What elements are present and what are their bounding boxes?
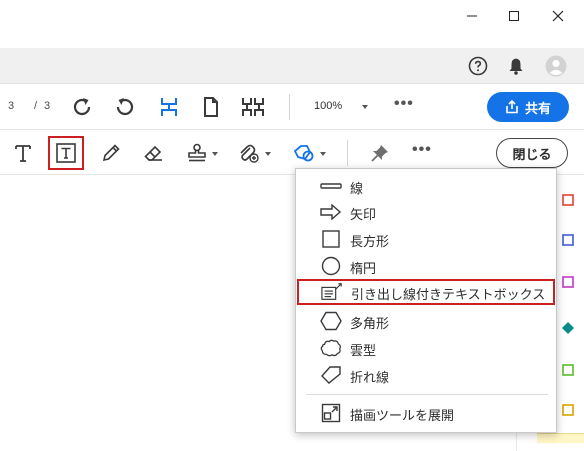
title-bar <box>0 0 584 40</box>
cloud-icon <box>320 338 342 358</box>
polyline-icon <box>320 365 342 385</box>
question-circle-icon <box>468 56 488 76</box>
menu-item-ellipse[interactable]: 楕円 <box>296 253 558 279</box>
expand-drawing-tools-icon <box>320 403 342 423</box>
close-icon <box>552 10 564 22</box>
rotate-counterclockwise-button[interactable] <box>111 93 139 121</box>
menu-item-label: 引き出し線付きテキストボックス <box>351 287 546 302</box>
rotate-counterclockwise-icon <box>116 98 134 116</box>
toolbar-divider <box>289 94 290 120</box>
menu-item-line[interactable]: 線 <box>296 173 558 199</box>
menu-item-label: 雲型 <box>350 343 377 358</box>
text-box-button[interactable] <box>51 138 81 168</box>
two-page-scroll-icon <box>242 98 264 116</box>
panel-tool-icon[interactable] <box>561 321 575 335</box>
more-tools-button[interactable]: ••• <box>394 95 414 113</box>
maximize-icon <box>509 11 519 21</box>
fit-page-icon <box>161 98 177 116</box>
drawing-tools-menu: 線 矢印 長方形 楕円 引き出し線付きテキストボックス 多角形 雲型 折れ線 描… <box>295 168 557 433</box>
user-avatar-icon <box>545 55 567 77</box>
close-window-button[interactable] <box>540 0 576 32</box>
menu-item-polyline[interactable]: 折れ線 <box>296 362 558 388</box>
rectangle-icon <box>320 229 342 249</box>
close-label: 閉じる <box>512 146 552 162</box>
draw-pencil-button[interactable] <box>96 138 126 168</box>
page-separator: / <box>34 100 38 112</box>
sticky-note-preview <box>537 433 584 443</box>
callout-textbox-icon <box>321 282 343 302</box>
shapes-icon <box>293 145 314 162</box>
page-icon <box>204 97 218 117</box>
minimize-icon <box>467 15 477 17</box>
menu-item-label: 多角形 <box>350 316 390 331</box>
attach-file-button[interactable] <box>233 138 263 168</box>
rotate-clockwise-icon <box>73 98 91 116</box>
header-bar <box>0 48 584 84</box>
menu-item-arrow[interactable]: 矢印 <box>296 199 558 225</box>
arrow-icon <box>320 202 342 222</box>
zoom-select[interactable]: 100% <box>308 97 374 117</box>
menu-item-label: 折れ線 <box>350 370 390 385</box>
menu-item-expand-drawing-tools[interactable]: 描画ツールを展開 <box>296 400 558 426</box>
total-pages: 3 <box>44 100 51 112</box>
zoom-value: 100% <box>314 100 343 112</box>
main-toolbar: 3 / 3 100% ••• 共有 <box>0 84 584 130</box>
share-button[interactable]: 共有 <box>487 92 569 122</box>
drawing-tools-button[interactable] <box>289 138 319 168</box>
share-label: 共有 <box>524 100 551 116</box>
polygon-icon <box>320 311 342 331</box>
maximize-button[interactable] <box>496 0 532 32</box>
paperclip-plus-icon <box>240 144 259 163</box>
menu-item-label: 線 <box>350 181 364 196</box>
line-icon <box>320 176 342 196</box>
minimize-button[interactable] <box>454 0 490 32</box>
panel-tool-icon[interactable] <box>561 363 575 377</box>
stamp-icon <box>188 143 206 162</box>
menu-item-callout-textbox[interactable]: 引き出し線付きテキストボックス <box>297 279 555 305</box>
panel-tool-icon[interactable] <box>561 275 575 289</box>
more-comment-tools-button[interactable]: ••• <box>412 141 432 159</box>
text-t-icon <box>15 145 31 162</box>
current-page-field[interactable]: 3 <box>8 100 14 112</box>
add-text-button[interactable] <box>8 138 38 168</box>
pencil-icon <box>102 144 120 162</box>
notifications-button[interactable] <box>504 54 528 78</box>
menu-divider <box>306 394 548 395</box>
menu-item-label: 描画ツールを展開 <box>350 408 455 423</box>
rotate-clockwise-button[interactable] <box>68 93 96 121</box>
menu-item-rectangle[interactable]: 長方形 <box>296 226 558 252</box>
menu-item-label: 長方形 <box>350 234 390 249</box>
chevron-down-icon[interactable] <box>212 152 218 156</box>
chevron-down-icon[interactable] <box>320 152 326 156</box>
two-page-view-button[interactable] <box>239 93 267 121</box>
chevron-down-icon <box>362 105 368 109</box>
help-button[interactable] <box>466 54 490 78</box>
panel-tool-icon[interactable] <box>561 403 575 417</box>
ellipse-icon <box>320 256 342 276</box>
pin-toolbar-button[interactable] <box>365 138 395 168</box>
share-icon <box>506 100 518 114</box>
panel-tool-icon[interactable] <box>561 233 575 247</box>
fit-page-button[interactable] <box>155 93 183 121</box>
menu-item-cloud[interactable]: 雲型 <box>296 335 558 361</box>
menu-item-label: 楕円 <box>350 261 377 276</box>
avatar[interactable] <box>544 54 568 78</box>
app-window: 3 / 3 100% ••• 共有 ••• 閉じる 線 矢印 長方形 楕円 引き… <box>0 0 584 451</box>
text-box-icon <box>56 143 76 163</box>
toolbar-divider <box>347 140 348 166</box>
eraser-icon <box>144 145 162 161</box>
stamp-button[interactable] <box>182 138 212 168</box>
eraser-button[interactable] <box>139 138 169 168</box>
panel-tool-icon[interactable] <box>561 193 575 207</box>
close-toolbar-button[interactable]: 閉じる <box>496 138 568 168</box>
bell-icon <box>509 58 523 75</box>
menu-item-polygon[interactable]: 多角形 <box>296 308 558 334</box>
pin-icon <box>371 145 388 162</box>
single-page-view-button[interactable] <box>197 93 225 121</box>
menu-item-label: 矢印 <box>350 207 377 222</box>
chevron-down-icon[interactable] <box>265 152 271 156</box>
